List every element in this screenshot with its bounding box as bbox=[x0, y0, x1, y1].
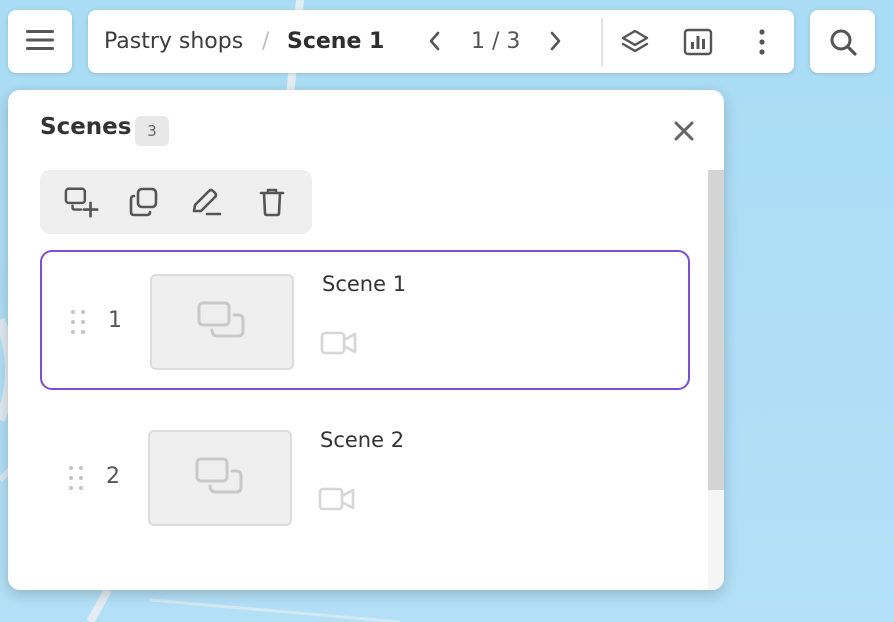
more-vertical-icon bbox=[759, 29, 765, 55]
scene-placeholder-icon bbox=[197, 301, 245, 338]
scenes-panel: Scenes 3 1 Scene 1 2 Scene 2 bbox=[8, 90, 724, 590]
drag-handle-icon[interactable] bbox=[66, 464, 86, 492]
scene-number: 2 bbox=[106, 464, 120, 489]
previous-scene-button[interactable] bbox=[424, 27, 444, 55]
scene-placeholder-icon bbox=[195, 457, 243, 494]
next-scene-button[interactable] bbox=[546, 27, 566, 55]
scene-thumbnail[interactable] bbox=[150, 274, 294, 370]
layers-icon bbox=[621, 29, 649, 53]
scene-card[interactable]: 2 Scene 2 bbox=[40, 408, 690, 548]
more-options-button[interactable] bbox=[745, 25, 779, 59]
close-panel-button[interactable] bbox=[670, 117, 698, 145]
scene-toolbar bbox=[40, 170, 312, 234]
scene-number: 1 bbox=[108, 308, 122, 333]
scene-name[interactable]: Scene 2 bbox=[320, 428, 404, 452]
layers-button[interactable] bbox=[618, 25, 652, 59]
breadcrumb-separator: / bbox=[262, 29, 270, 54]
chevron-left-icon bbox=[429, 31, 440, 51]
delete-scene-button[interactable] bbox=[254, 184, 290, 220]
search-button[interactable] bbox=[810, 10, 875, 73]
pencil-icon bbox=[192, 188, 222, 216]
drag-handle-icon[interactable] bbox=[68, 308, 88, 336]
breadcrumb-root[interactable]: Pastry shops bbox=[104, 10, 243, 73]
scene-thumbnail[interactable] bbox=[148, 430, 292, 526]
close-icon bbox=[674, 121, 694, 141]
trash-icon bbox=[259, 188, 285, 217]
edit-scene-button[interactable] bbox=[188, 184, 224, 220]
scrollbar-thumb[interactable] bbox=[708, 170, 724, 490]
toolbar-divider bbox=[601, 18, 603, 66]
breadcrumb-current: Scene 1 bbox=[287, 29, 385, 54]
camera-icon[interactable] bbox=[318, 486, 356, 512]
scene-pager: 1 / 3 bbox=[471, 29, 521, 54]
hamburger-icon bbox=[25, 28, 55, 56]
menu-button[interactable] bbox=[8, 10, 72, 73]
scene-count-badge: 3 bbox=[135, 116, 169, 146]
add-scene-button[interactable] bbox=[64, 184, 100, 220]
camera-icon[interactable] bbox=[320, 330, 358, 356]
duplicate-scene-button[interactable] bbox=[126, 184, 162, 220]
bar-chart-icon bbox=[683, 28, 713, 56]
add-scene-icon bbox=[64, 187, 99, 218]
chart-button[interactable] bbox=[681, 25, 715, 59]
top-bar: Pastry shops / Scene 1 1 / 3 bbox=[88, 10, 794, 73]
scene-card[interactable]: 1 Scene 1 bbox=[40, 250, 690, 390]
chevron-right-icon bbox=[550, 31, 561, 51]
search-icon bbox=[830, 29, 857, 56]
duplicate-icon bbox=[129, 187, 158, 217]
scene-name[interactable]: Scene 1 bbox=[322, 272, 406, 296]
panel-title: Scenes bbox=[40, 114, 132, 140]
